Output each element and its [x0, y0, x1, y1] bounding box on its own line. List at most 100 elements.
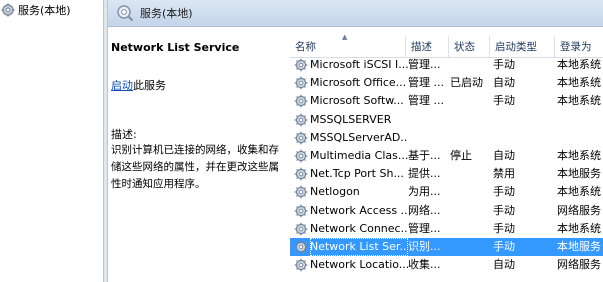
- service-logon-as: [557, 129, 603, 147]
- service-startup-type: 自动: [493, 258, 515, 272]
- service-status: [450, 256, 490, 274]
- service-gear-icon: [294, 167, 308, 181]
- service-logon-as: 网络服务: [557, 203, 601, 217]
- service-name: Network List Ser...: [310, 238, 408, 256]
- service-logon-as: 本地系统: [557, 58, 601, 71]
- service-row[interactable]: Network Locatio... 收集... 自动 网络服务: [290, 256, 603, 274]
- service-row[interactable]: Microsoft iSCSI I... 管理... 手动 本地系统: [290, 56, 603, 74]
- service-status: [450, 92, 490, 110]
- description-label: 描述:: [111, 128, 137, 141]
- service-name: Microsoft iSCSI I...: [310, 58, 408, 71]
- service-logon-as: 网络服务: [557, 258, 601, 272]
- service-logon-as: 本地服务: [557, 167, 601, 181]
- service-row[interactable]: Network List Ser... 识别... 手动 本地服务: [290, 238, 603, 256]
- service-gear-icon: [294, 222, 308, 236]
- service-description: 管理...: [408, 58, 441, 71]
- service-name: MSSQLSERVER: [310, 112, 392, 126]
- start-service-link[interactable]: 启动: [111, 79, 133, 92]
- service-startup-type: [493, 129, 556, 147]
- service-gear-icon: [294, 185, 308, 199]
- service-gear-icon: [294, 58, 308, 72]
- service-status: [450, 129, 490, 147]
- service-row[interactable]: Network Connec... 管理... 手动 本地系统: [290, 220, 603, 238]
- column-header-description[interactable]: 描述: [406, 36, 449, 57]
- service-name: Multimedia Clas...: [310, 149, 408, 162]
- column-header-logon-label: 登录为: [560, 41, 592, 53]
- services-header: 服务(本地): [108, 0, 603, 27]
- service-gear-icon: [294, 258, 308, 272]
- description-text: 识别计算机已连接的网络，收集和存储这些网络的属性，并在更改这些属性时通知应用程序…: [111, 144, 279, 190]
- services-gear-icon: [1, 3, 15, 17]
- service-description: 提供...: [408, 167, 441, 181]
- service-logon-as: 本地系统: [557, 149, 601, 162]
- services-list: ▲ 名称 描述 状态 启动类型 登录为 Microsoft iSCSI I...…: [290, 33, 603, 282]
- selected-service-name: Network List Service: [111, 41, 240, 54]
- service-row[interactable]: Microsoft Softw... 管理 ... 手动 本地系统: [290, 92, 603, 110]
- service-name: Microsoft Softw...: [310, 94, 404, 108]
- service-logon-as: [557, 111, 603, 129]
- column-header-status-label: 状态: [454, 41, 475, 53]
- column-header-description-label: 描述: [411, 41, 432, 53]
- service-startup-type: [493, 111, 556, 129]
- service-name: Microsoft Office...: [310, 76, 407, 90]
- service-logon-as: 本地服务: [557, 240, 601, 253]
- service-name: MSSQLServerAD...: [310, 130, 408, 144]
- service-status: [450, 238, 490, 256]
- sort-ascending-icon: ▲: [342, 33, 348, 41]
- service-startup-type: 自动: [493, 76, 515, 90]
- service-logon-as: 本地系统: [557, 185, 601, 199]
- service-gear-icon: [294, 149, 308, 163]
- service-description: 管理 ...: [408, 94, 444, 108]
- service-startup-type: 手动: [493, 203, 515, 217]
- service-row[interactable]: Netlogon 为用... 手动 本地系统: [290, 183, 603, 201]
- column-header-startup-label: 启动类型: [495, 41, 537, 53]
- service-startup-type: 手动: [493, 94, 515, 108]
- column-header-name[interactable]: ▲ 名称: [290, 33, 406, 57]
- service-row[interactable]: Multimedia Clas... 基于... 停止 自动 本地系统: [290, 147, 603, 165]
- description-pane: Network List Service 启动此服务 描述: 识别计算机已连接的…: [108, 28, 288, 282]
- page-title: 服务(本地): [140, 7, 193, 20]
- service-name: Network Access ...: [310, 203, 408, 217]
- column-header-logon[interactable]: 登录为: [555, 36, 603, 57]
- service-description: 管理...: [408, 221, 441, 235]
- service-status: 已启动: [450, 76, 483, 90]
- service-description: 识别...: [408, 240, 441, 253]
- service-description: 管理 ...: [408, 76, 444, 90]
- service-status: 停止: [450, 149, 472, 162]
- service-gear-icon: [294, 94, 308, 108]
- service-logon-as: 本地系统: [557, 94, 601, 108]
- service-status: [450, 220, 490, 238]
- column-header-startup[interactable]: 启动类型: [490, 36, 555, 57]
- service-startup-type: 手动: [493, 240, 515, 253]
- magnifier-gear-icon: [117, 5, 134, 22]
- service-gear-icon: [294, 113, 308, 127]
- tree-item-services-local[interactable]: 服务(本地): [1, 2, 71, 18]
- service-row[interactable]: Network Access ... 网络... 手动 网络服务: [290, 202, 603, 220]
- service-startup-type: 自动: [493, 149, 515, 162]
- service-name: Netlogon: [310, 185, 360, 199]
- service-gear-icon: [294, 131, 308, 145]
- service-status: [450, 183, 490, 201]
- column-header-name-label: 名称: [295, 41, 316, 53]
- service-row[interactable]: MSSQLSERVER: [290, 111, 603, 129]
- service-gear-icon: [294, 204, 308, 218]
- service-description: 收集...: [408, 258, 441, 272]
- service-startup-type: 手动: [493, 58, 515, 71]
- service-logon-as: 本地系统: [557, 221, 601, 235]
- service-description: 网络...: [408, 203, 441, 217]
- service-description: 为用...: [408, 185, 441, 199]
- service-description: [408, 129, 448, 147]
- tree-label: 服务(本地): [18, 4, 71, 17]
- service-row[interactable]: Net.Tcp Port Sh... 提供... 禁用 本地服务: [290, 165, 603, 183]
- column-header-status[interactable]: 状态: [449, 36, 490, 57]
- service-gear-icon: [294, 240, 308, 254]
- service-name: Network Locatio...: [310, 258, 408, 272]
- service-row[interactable]: Microsoft Office... 管理 ... 已启动 自动 本地系统: [290, 74, 603, 92]
- navigation-tree: 服务(本地): [0, 0, 103, 282]
- service-row[interactable]: MSSQLServerAD...: [290, 129, 603, 147]
- service-status: [450, 165, 490, 183]
- start-service-line: 启动此服务: [111, 77, 166, 93]
- start-service-suffix: 此服务: [133, 79, 166, 92]
- service-logon-as: 本地系统: [557, 76, 601, 90]
- service-status: [450, 111, 490, 129]
